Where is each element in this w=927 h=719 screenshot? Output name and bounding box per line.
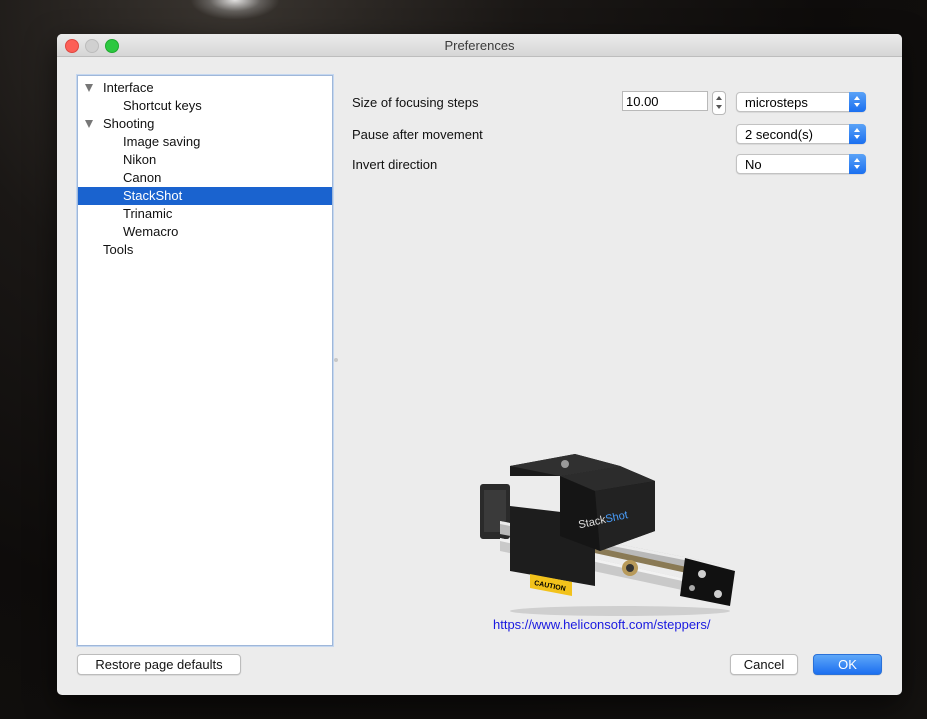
window-title: Preferences xyxy=(444,38,515,53)
tree-item-label: Nikon xyxy=(123,152,157,167)
ok-button[interactable]: OK xyxy=(813,654,882,675)
tree-item-image-saving[interactable]: Image saving xyxy=(78,133,332,151)
tree-item-label: Image saving xyxy=(123,134,201,149)
heliconsoft-steppers-link[interactable]: https://www.heliconsoft.com/steppers/ xyxy=(493,617,710,632)
tree-item-interface[interactable]: Interface xyxy=(78,79,332,97)
disclosure-triangle-icon[interactable] xyxy=(85,120,93,128)
invert-select[interactable]: No xyxy=(736,154,866,174)
tree-item-label: Interface xyxy=(103,80,154,95)
tree-item-label: Wemacro xyxy=(123,224,179,239)
category-tree[interactable]: Interface Shortcut keys Shooting Image s… xyxy=(77,75,333,646)
tree-item-label: Shooting xyxy=(103,116,155,131)
tree-item-tools[interactable]: Tools xyxy=(78,241,332,259)
tree-item-label: Canon xyxy=(123,170,162,185)
tree-item-canon[interactable]: Canon xyxy=(78,169,332,187)
focus-steps-unit-select[interactable]: microsteps xyxy=(736,92,866,112)
tree-item-shooting[interactable]: Shooting xyxy=(78,115,332,133)
focus-steps-stepper[interactable] xyxy=(712,91,726,115)
pause-label: Pause after movement xyxy=(352,127,483,142)
tree-item-label: Trinamic xyxy=(123,206,173,221)
tree-item-nikon[interactable]: Nikon xyxy=(78,151,332,169)
background-light-glare xyxy=(190,0,280,20)
tree-item-label: Shortcut keys xyxy=(123,98,202,113)
stepper-down-icon[interactable] xyxy=(716,105,722,109)
title-bar[interactable]: Preferences xyxy=(57,34,902,57)
tree-item-shortcut-keys[interactable]: Shortcut keys xyxy=(78,97,332,115)
tree-item-label: StackShot xyxy=(123,188,183,203)
stackshot-product-image: StackShot CAUTION xyxy=(480,454,735,616)
select-value: microsteps xyxy=(745,95,808,110)
popup-arrows-icon xyxy=(849,124,866,144)
popup-arrows-icon xyxy=(849,92,866,112)
splitter-handle[interactable] xyxy=(334,358,338,362)
tree-item-wemacro[interactable]: Wemacro xyxy=(78,223,332,241)
disclosure-triangle-icon[interactable] xyxy=(85,84,93,92)
popup-arrows-icon xyxy=(849,154,866,174)
select-value: No xyxy=(745,157,762,172)
invert-label: Invert direction xyxy=(352,157,438,172)
cancel-button[interactable]: Cancel xyxy=(730,654,798,675)
tree-item-trinamic[interactable]: Trinamic xyxy=(78,205,332,223)
pause-select[interactable]: 2 second(s) xyxy=(736,124,866,144)
tree-item-stackshot[interactable]: StackShot xyxy=(78,187,332,205)
preferences-window: Preferences Interface Shortcut keys Shoo… xyxy=(57,34,902,695)
tree-item-label: Tools xyxy=(103,242,134,257)
select-value: 2 second(s) xyxy=(745,127,813,142)
focus-steps-input[interactable]: 10.00 xyxy=(622,91,708,111)
restore-defaults-button[interactable]: Restore page defaults xyxy=(77,654,241,675)
stepper-up-icon[interactable] xyxy=(716,96,722,100)
focus-steps-label: Size of focusing steps xyxy=(352,95,479,110)
